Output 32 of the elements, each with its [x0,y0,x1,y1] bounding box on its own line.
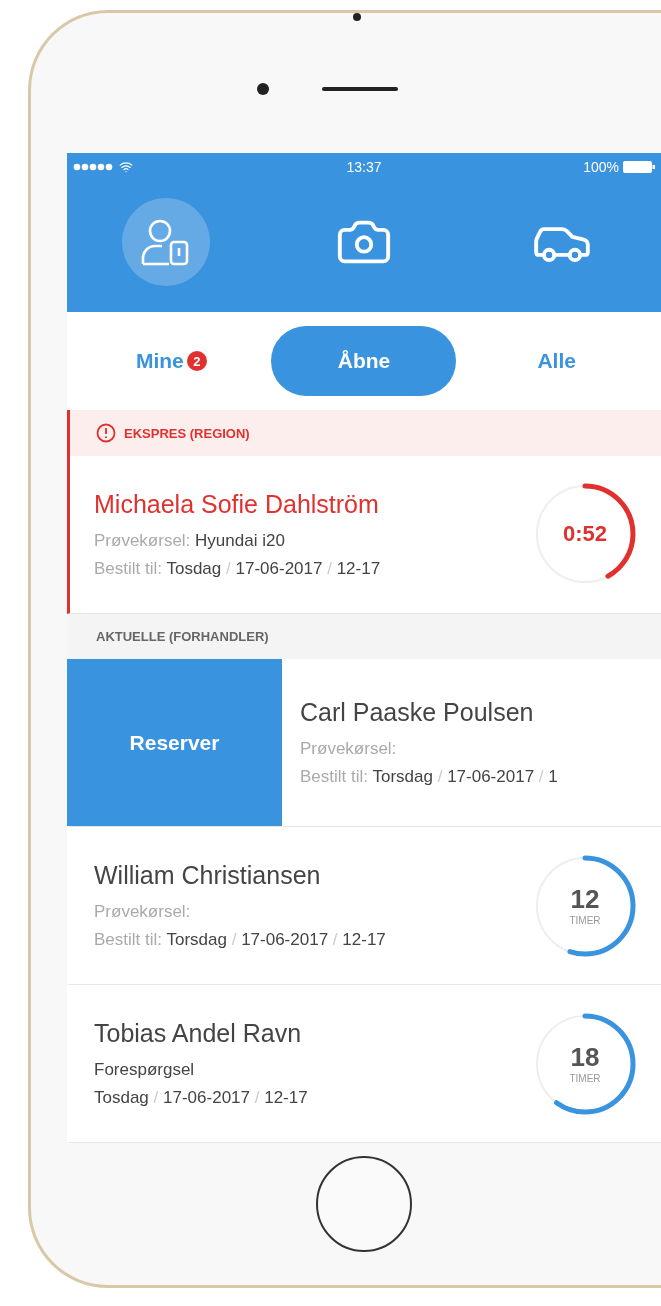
status-time: 13:37 [346,159,382,175]
booking-detail: Bestilt til: Tosdag / 17-06-2017 / 12-17 [94,558,382,579]
alert-icon [96,423,116,444]
booking-detail: Bestilt til: Torsdag / 17-06-2017 / 12-17 [94,930,387,950]
timer-unit: TIMER [569,1072,601,1084]
booking-detail: Prøvekørsel: Hyundai i20 [94,530,286,551]
timer-value: 18 [570,1043,600,1070]
booking-detail: Bestilt til: Torsdag / 17-06-2017 / 1 [300,767,559,787]
customer-name: Michaela Sofie Dahlström [94,489,380,519]
timer-unit: TIMER [569,914,601,926]
booking-detail: Prøvekørsel: [300,739,398,759]
front-camera [257,83,269,95]
booking-detail: Forespørgsel [94,1060,196,1080]
booking-detail: Tosdag / 17-06-2017 / 12-17 [94,1088,309,1108]
timer-value: 12 [570,885,600,912]
customer-name: William Christiansen [94,861,322,890]
customer-name: Carl Paaske Poulsen [300,698,535,727]
wifi-icon [119,160,133,174]
booking-detail: Prøvekørsel: [94,902,192,922]
section-title: AKTUELLE (FORHANDLER) [96,628,269,644]
count-badge: 2 [186,351,207,372]
signal-icon [73,163,115,171]
timer-value: 0:52 [562,523,607,546]
filter-tab[interactable]: Mine 2 [78,326,264,397]
battery-percent: 100% [583,159,619,175]
battery-icon [623,161,655,173]
reserve-button[interactable]: Reserver [67,659,282,826]
sensor-dot [353,13,361,21]
customer-name: Tobias Andel Ravn [94,1019,303,1048]
filter-tab[interactable]: Alle [464,326,650,397]
filter-tab[interactable]: Åbne [271,326,457,397]
section-title: EKSPRES (REGION) [124,425,250,441]
